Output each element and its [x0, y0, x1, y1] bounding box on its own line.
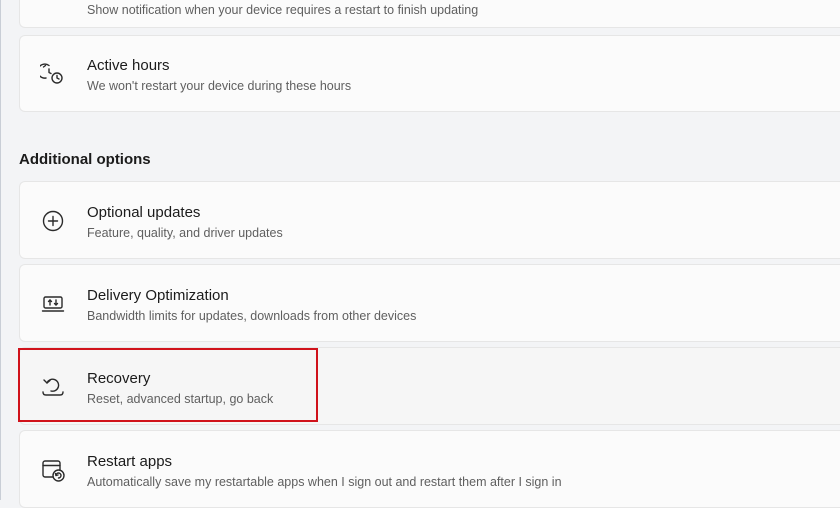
window-left-border	[0, 0, 1, 500]
delivery-optimization-title: Delivery Optimization	[87, 287, 229, 304]
active-hours-card[interactable]: Active hours We won't restart your devic…	[19, 35, 840, 112]
restart-apps-subtitle: Automatically save my restartable apps w…	[87, 475, 562, 489]
active-hours-subtitle: We won't restart your device during thes…	[87, 79, 352, 93]
recovery-card[interactable]: Recovery Reset, advanced startup, go bac…	[19, 347, 840, 425]
restart-notification-setting-card[interactable]: Show notification when your device requi…	[19, 0, 840, 28]
recovery-title: Recovery	[87, 370, 151, 387]
recovery-subtitle: Reset, advanced startup, go back	[87, 392, 274, 406]
active-hours-title: Active hours	[87, 57, 170, 74]
optional-updates-card[interactable]: Optional updates Feature, quality, and d…	[19, 181, 840, 259]
restart-apps-title: Restart apps	[87, 453, 173, 470]
additional-options-heading: Additional options	[19, 151, 151, 168]
active-hours-clock-icon	[40, 61, 66, 87]
restart-apps-card[interactable]: Restart apps Automatically save my resta…	[19, 430, 840, 508]
optional-updates-title: Optional updates	[87, 204, 201, 221]
delivery-optimization-icon	[40, 291, 66, 317]
restart-notification-subtitle: Show notification when your device requi…	[87, 3, 479, 17]
optional-updates-subtitle: Feature, quality, and driver updates	[87, 226, 283, 240]
delivery-optimization-subtitle: Bandwidth limits for updates, downloads …	[87, 309, 417, 323]
plus-circle-icon	[40, 208, 66, 234]
delivery-optimization-card[interactable]: Delivery Optimization Bandwidth limits f…	[19, 264, 840, 342]
recovery-icon	[40, 374, 66, 400]
restart-apps-icon	[40, 457, 66, 483]
